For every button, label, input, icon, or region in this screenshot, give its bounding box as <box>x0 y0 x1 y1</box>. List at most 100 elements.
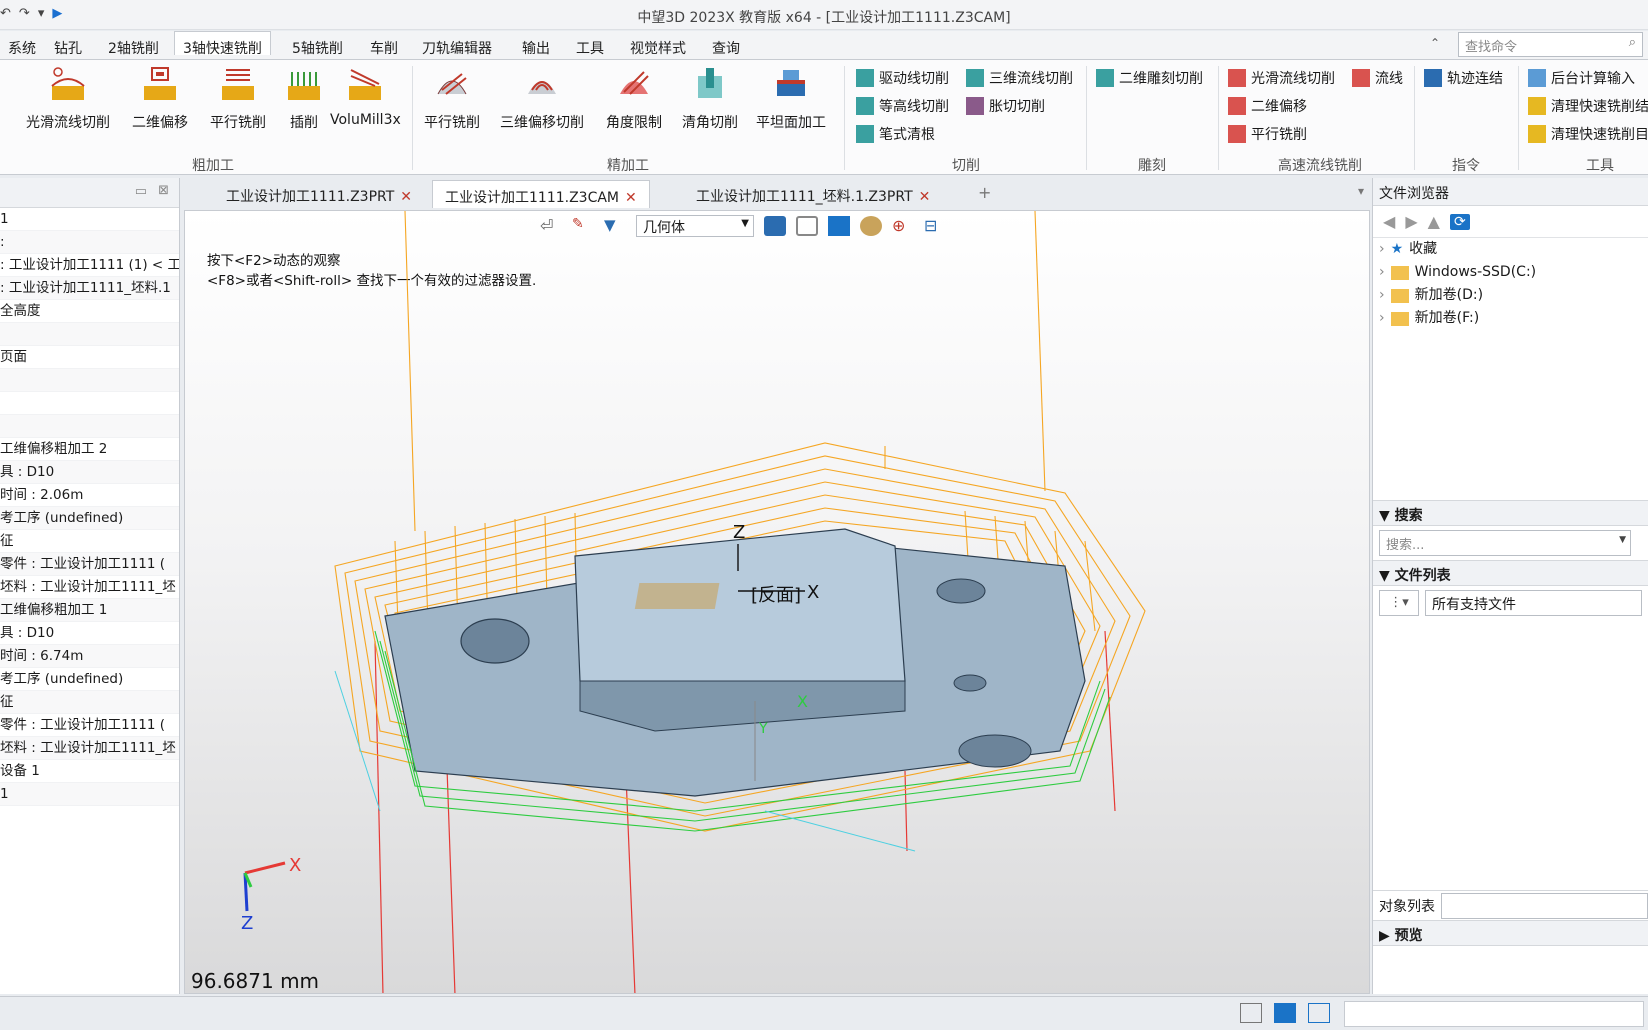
command-search-input[interactable]: 查找命令 ⌕ <box>1458 32 1643 57</box>
tree-row[interactable]: 1 <box>0 783 179 806</box>
tree-row[interactable]: 征 <box>0 691 179 714</box>
back-icon[interactable]: ◀ <box>1383 212 1395 231</box>
up-icon[interactable]: ▲ <box>1428 212 1440 231</box>
forward-icon[interactable]: ▶ <box>1405 212 1417 231</box>
angle-limit-button[interactable]: 角度限制 <box>606 64 662 132</box>
3d-viewport[interactable]: ⏎ ✎ ▼ 几何体 ▼ ⊕ ⊟ 按下<F2>动态的观察 <F8>或者<Shift-… <box>184 210 1370 994</box>
hs-2d-offset-button[interactable]: 二维偏移 <box>1228 96 1307 116</box>
3d-offset-button[interactable]: 三维偏移切削 <box>500 64 584 132</box>
tree-row[interactable]: : 工业设计加工1111 (1) < 工 <box>0 254 179 277</box>
file-type-select[interactable]: 所有支持文件 <box>1425 590 1642 616</box>
tab-prt[interactable]: 工业设计加工1111.Z3PRT ✕ <box>214 180 424 208</box>
tree-row[interactable]: 考工序 (undefined) <box>0 507 179 530</box>
2d-engrave-button[interactable]: 二维雕刻切削 <box>1096 68 1203 88</box>
tree-row[interactable]: 工维偏移粗加工 2 <box>0 438 179 461</box>
expand-icon[interactable]: › <box>1379 238 1385 261</box>
close-icon[interactable]: ✕ <box>625 190 637 206</box>
tree-row[interactable]: 页面 <box>0 346 179 369</box>
menu-drill[interactable]: 钻孔 <box>46 35 90 59</box>
menu-turning[interactable]: 车削 <box>362 35 406 59</box>
tree-row[interactable]: 征 <box>0 530 179 553</box>
menu-3axis-fast[interactable]: 3轴快速铣削 <box>174 31 271 57</box>
tree-row[interactable]: : 工业设计加工1111_坯料.1 <box>0 277 179 300</box>
close-icon[interactable]: ✕ <box>919 189 931 205</box>
swell-cut-button[interactable]: 胀切切削 <box>966 96 1045 116</box>
background-compute-button[interactable]: 后台计算输入 <box>1528 68 1635 88</box>
menu-visual-style[interactable]: 视觉样式 <box>622 35 694 59</box>
tree-row[interactable]: 坯料 : 工业设计加工1111_坯 <box>0 576 179 599</box>
hs-parallel-button[interactable]: 平行铣削 <box>1228 124 1307 144</box>
close-panel-icon[interactable]: ⊠ <box>158 183 169 198</box>
restore-icon[interactable]: ▭ <box>135 184 147 199</box>
clean-fast-mill-1-button[interactable]: 清理快速铣削结 <box>1528 96 1648 116</box>
smooth-flowline-rough-button[interactable]: 光滑流线切削 <box>26 64 110 132</box>
object-list-input[interactable] <box>1441 892 1648 919</box>
2d-offset-button[interactable]: 二维偏移 <box>132 64 188 132</box>
file-search-input[interactable]: 搜索... ▼ <box>1379 530 1631 556</box>
status-display-icon[interactable] <box>1274 1003 1296 1023</box>
3d-flowline-cut-button[interactable]: 三维流线切削 <box>966 68 1073 88</box>
tree-row[interactable]: 具 : D10 <box>0 622 179 645</box>
tree-item-drive-c[interactable]: › Windows-SSD(C:) <box>1373 261 1648 284</box>
pencil-clean-button[interactable]: 笔式清根 <box>856 124 935 144</box>
tree-item-drive-f[interactable]: › 新加卷(F:) <box>1373 307 1648 330</box>
tree-row[interactable]: 零件 : 工业设计加工1111 ( <box>0 553 179 576</box>
file-list-area[interactable] <box>1373 620 1648 890</box>
chevron-down-icon[interactable]: ▼ <box>1619 535 1626 545</box>
collapse-ribbon-icon[interactable]: ⌃ <box>1430 36 1440 50</box>
tab-cam[interactable]: 工业设计加工1111.Z3CAM ✕ <box>432 180 650 208</box>
status-input[interactable] <box>1344 1001 1644 1027</box>
clean-fast-mill-2-button[interactable]: 清理快速铣削目 <box>1528 124 1648 144</box>
tree-row[interactable]: 零件 : 工业设计加工1111 ( <box>0 714 179 737</box>
tab-list-icon[interactable]: ▾ <box>1358 184 1364 198</box>
tree-row[interactable] <box>0 369 179 392</box>
add-tab-icon[interactable]: + <box>978 183 991 202</box>
tree-row[interactable]: 具 : D10 <box>0 461 179 484</box>
menu-2axis[interactable]: 2轴铣削 <box>100 35 167 59</box>
tree-item-favorites[interactable]: › ★ 收藏 <box>1373 238 1648 261</box>
menu-query[interactable]: 查询 <box>704 35 748 59</box>
status-tool-icon-1[interactable] <box>1240 1003 1262 1023</box>
file-list-section-header[interactable]: ▼ 文件列表 <box>1373 560 1648 586</box>
tree-row[interactable] <box>0 415 179 438</box>
contour-cut-button[interactable]: 等高线切削 <box>856 96 949 116</box>
search-section-header[interactable]: ▼ 搜索 <box>1373 500 1648 526</box>
menu-5axis[interactable]: 5轴铣削 <box>284 35 351 59</box>
tree-row[interactable] <box>0 392 179 415</box>
volumill-button[interactable]: VoluMill3x <box>330 64 401 128</box>
path-link-button[interactable]: 轨迹连结 <box>1424 68 1503 88</box>
close-icon[interactable]: ✕ <box>400 189 412 205</box>
parallel-finish-button[interactable]: 平行铣削 <box>424 64 480 132</box>
menu-toolpath-editor[interactable]: 刀轨编辑器 <box>414 35 500 59</box>
hs-smooth-flowline-button[interactable]: 光滑流线切削 <box>1228 68 1335 88</box>
tab-stock[interactable]: 工业设计加工1111_坯料.1.Z3PRT ✕ <box>684 180 942 208</box>
expand-icon[interactable]: › <box>1379 284 1385 307</box>
tree-row[interactable]: 时间 : 2.06m <box>0 484 179 507</box>
plunge-button[interactable]: 插削 <box>284 64 324 132</box>
menu-system[interactable]: 系统 <box>0 35 44 59</box>
corner-clean-button[interactable]: 清角切削 <box>682 64 738 132</box>
tree-row[interactable]: 工维偏移粗加工 1 <box>0 599 179 622</box>
tree-row[interactable]: : <box>0 231 179 254</box>
part-model[interactable]: Z [反面] X X Y X Z <box>185 211 1370 994</box>
preview-section-header[interactable]: ▶ 预览 <box>1373 920 1648 946</box>
menu-output[interactable]: 输出 <box>514 35 558 59</box>
hs-flowline-button[interactable]: 流线 <box>1352 68 1403 88</box>
search-icon[interactable]: ⌕ <box>1629 35 1636 50</box>
drive-line-cut-button[interactable]: 驱动线切削 <box>856 68 949 88</box>
tree-row[interactable]: 时间 : 6.74m <box>0 645 179 668</box>
parallel-mill-rough-button[interactable]: 平行铣削 <box>210 64 266 132</box>
refresh-icon[interactable]: ⟳ <box>1449 213 1470 230</box>
tree-row[interactable] <box>0 323 179 346</box>
expand-icon[interactable]: › <box>1379 261 1385 284</box>
menu-tools[interactable]: 工具 <box>568 35 612 59</box>
status-list-icon[interactable] <box>1308 1003 1330 1023</box>
tree-row[interactable]: 坯料 : 工业设计加工1111_坯 <box>0 737 179 760</box>
tree-row[interactable]: 1 <box>0 208 179 231</box>
tree-row[interactable]: 全高度 <box>0 300 179 323</box>
flat-face-button[interactable]: 平坦面加工 <box>756 64 826 132</box>
tree-item-drive-d[interactable]: › 新加卷(D:) <box>1373 284 1648 307</box>
expand-icon[interactable]: › <box>1379 307 1385 330</box>
view-mode-icon[interactable]: ⋮▾ <box>1379 590 1419 616</box>
tree-row[interactable]: 考工序 (undefined) <box>0 668 179 691</box>
